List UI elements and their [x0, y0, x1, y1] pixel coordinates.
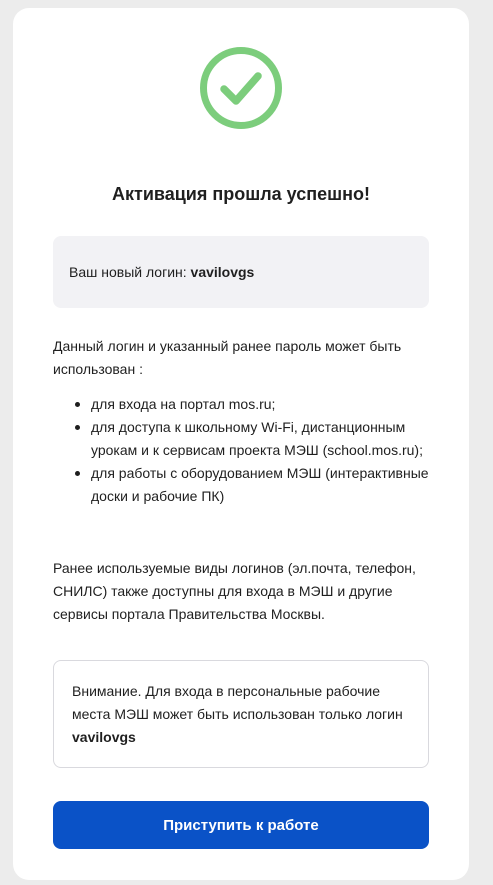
notice-login: vavilovgs: [72, 729, 136, 745]
list-item: для доступа к школьному Wi-Fi, дистанцио…: [53, 416, 429, 462]
login-label: Ваш новый логин:: [69, 264, 191, 280]
bullet-icon: [75, 402, 80, 407]
list-item-text: для входа на портал mos.ru;: [91, 396, 276, 412]
usage-intro: Данный логин и указанный ранее пароль мо…: [53, 338, 402, 377]
page-title: Активация прошла успешно!: [112, 184, 370, 204]
login-value: vavilovgs: [190, 264, 255, 280]
check-circle-icon: [200, 47, 282, 129]
attention-notice: Внимание. Для входа в персональные рабоч…: [53, 660, 429, 768]
start-work-button[interactable]: Приступить к работе: [53, 801, 429, 849]
list-item-text: для работы с оборудованием МЭШ (интеракт…: [91, 465, 429, 504]
new-login-box: Ваш новый логин: vavilovgs: [53, 236, 429, 308]
list-item: для входа на портал mos.ru;: [53, 393, 429, 416]
list-item: для работы с оборудованием МЭШ (интеракт…: [53, 462, 429, 508]
activation-card: Активация прошла успешно! Ваш новый логи…: [13, 8, 469, 880]
list-item-text: для доступа к школьному Wi-Fi, дистанцио…: [91, 419, 423, 458]
notice-text: Внимание. Для входа в персональные рабоч…: [72, 683, 403, 722]
bullet-icon: [75, 471, 80, 476]
bullet-icon: [75, 425, 80, 430]
legacy-login-info: Ранее используемые виды логинов (эл.почт…: [53, 560, 416, 622]
usage-list: для входа на портал mos.ru; для доступа …: [53, 393, 429, 508]
